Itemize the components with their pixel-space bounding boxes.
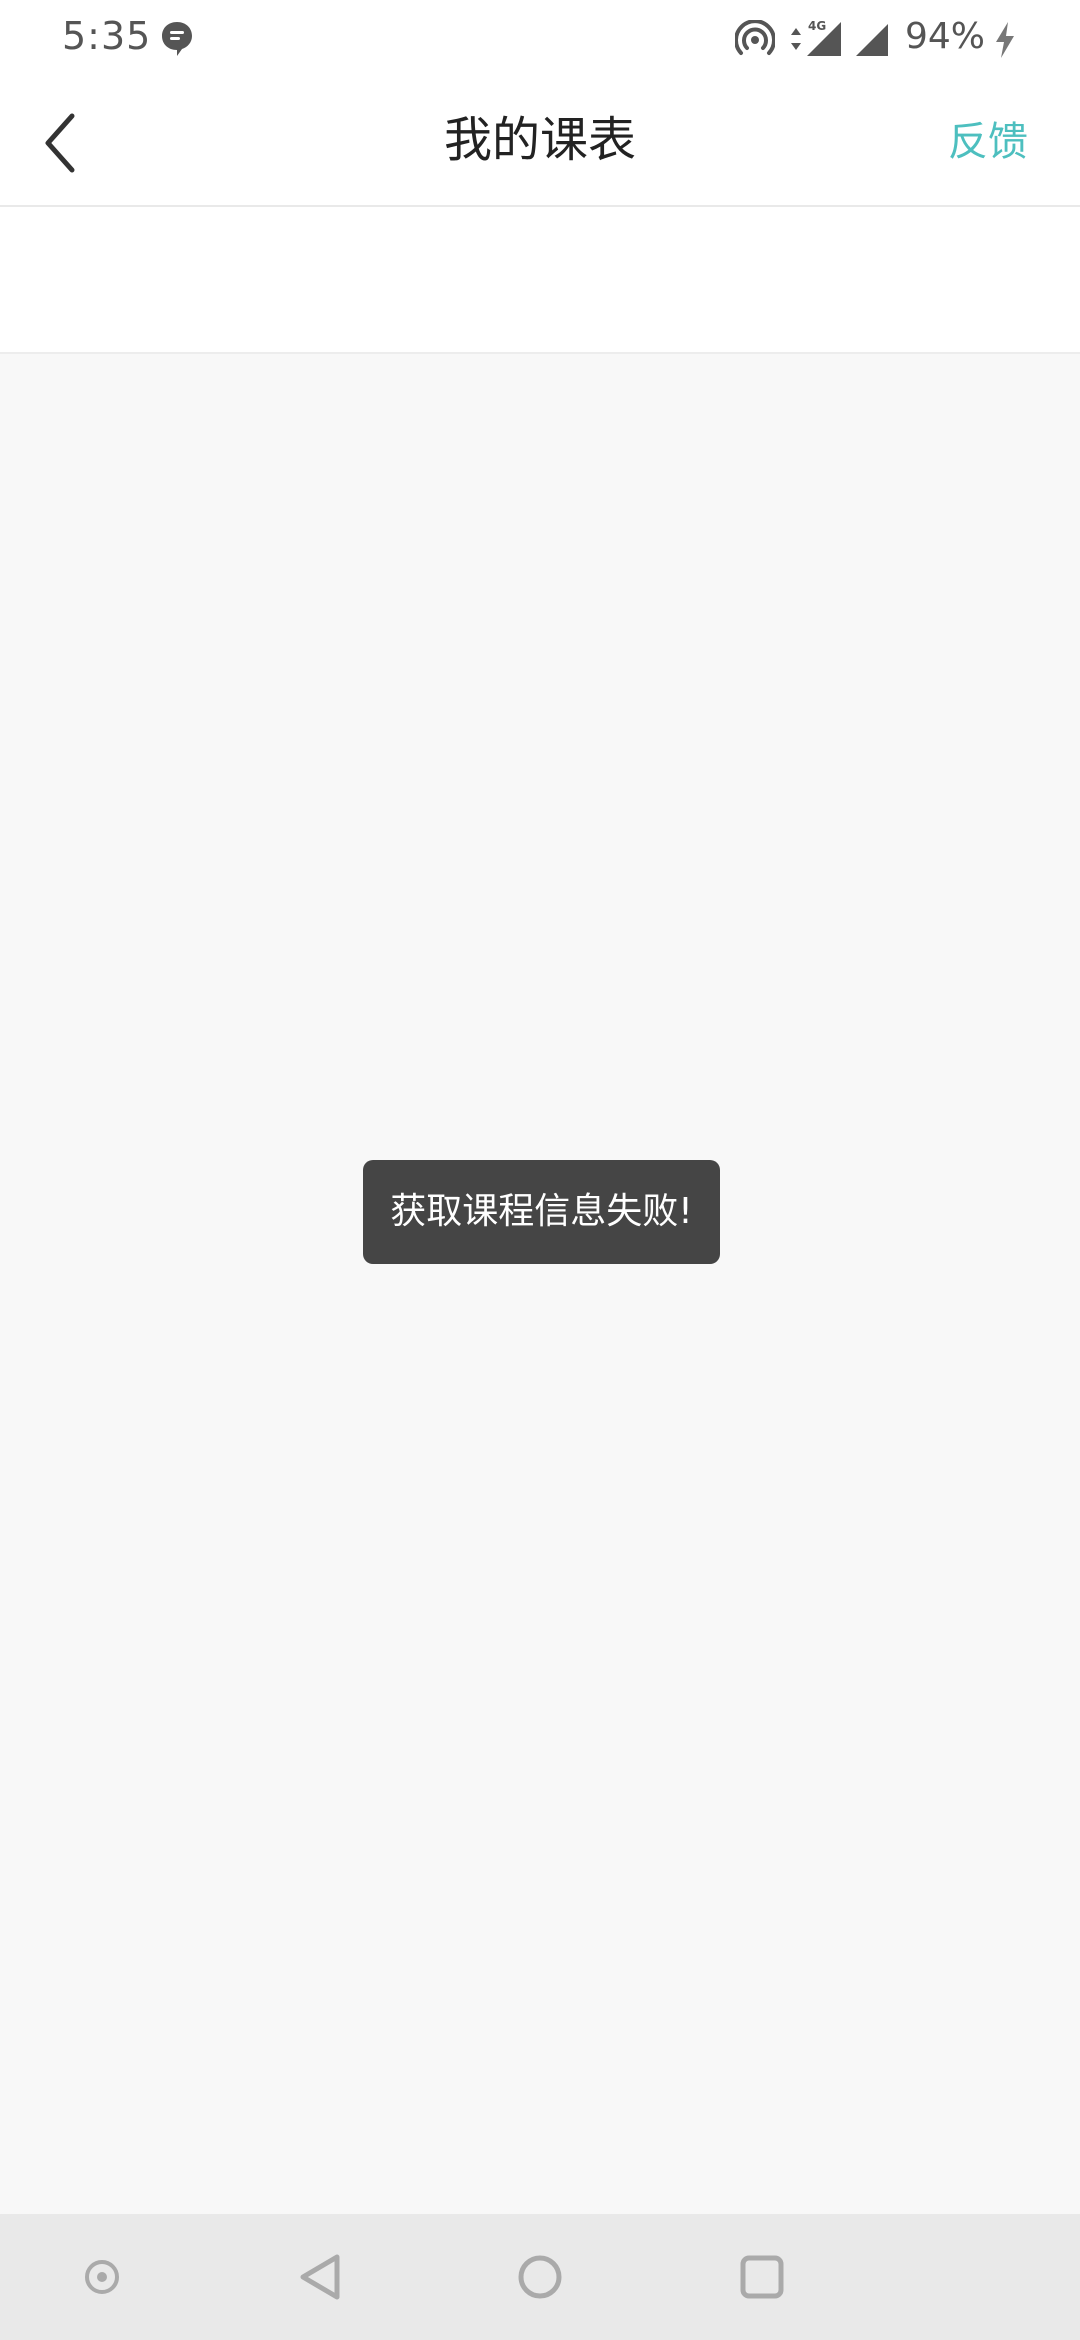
system-navigation-bar bbox=[0, 2214, 1080, 2340]
message-icon bbox=[160, 20, 194, 58]
status-time: 5:35 bbox=[62, 14, 152, 58]
svg-text:4G: 4G bbox=[808, 19, 826, 33]
signal-icon: 4G bbox=[805, 18, 843, 58]
battery-percentage: 94% bbox=[905, 16, 986, 57]
nav-home-button[interactable] bbox=[505, 2242, 575, 2312]
schedule-content-area bbox=[0, 354, 1080, 2214]
hotspot-icon bbox=[734, 19, 776, 60]
back-triangle-icon bbox=[300, 2254, 340, 2300]
recent-square-icon bbox=[740, 2255, 784, 2299]
charging-bolt-icon bbox=[992, 20, 1018, 60]
assist-dot-icon bbox=[85, 2260, 119, 2294]
app-header: 我的课表 反馈 bbox=[0, 78, 1080, 207]
data-arrows-icon bbox=[789, 26, 803, 52]
home-circle-icon bbox=[518, 2255, 562, 2299]
signal-icon bbox=[854, 22, 890, 58]
status-bar: 5:35 4G 94% bbox=[0, 0, 1080, 78]
error-toast: 获取课程信息失败! bbox=[363, 1160, 720, 1264]
nav-back-button[interactable] bbox=[285, 2242, 355, 2312]
nav-recent-button[interactable] bbox=[727, 2242, 797, 2312]
page-title: 我的课表 bbox=[443, 112, 636, 168]
schedule-header-area bbox=[0, 207, 1080, 354]
feedback-button[interactable]: 反馈 bbox=[948, 114, 1028, 170]
assist-button[interactable] bbox=[67, 2242, 137, 2312]
